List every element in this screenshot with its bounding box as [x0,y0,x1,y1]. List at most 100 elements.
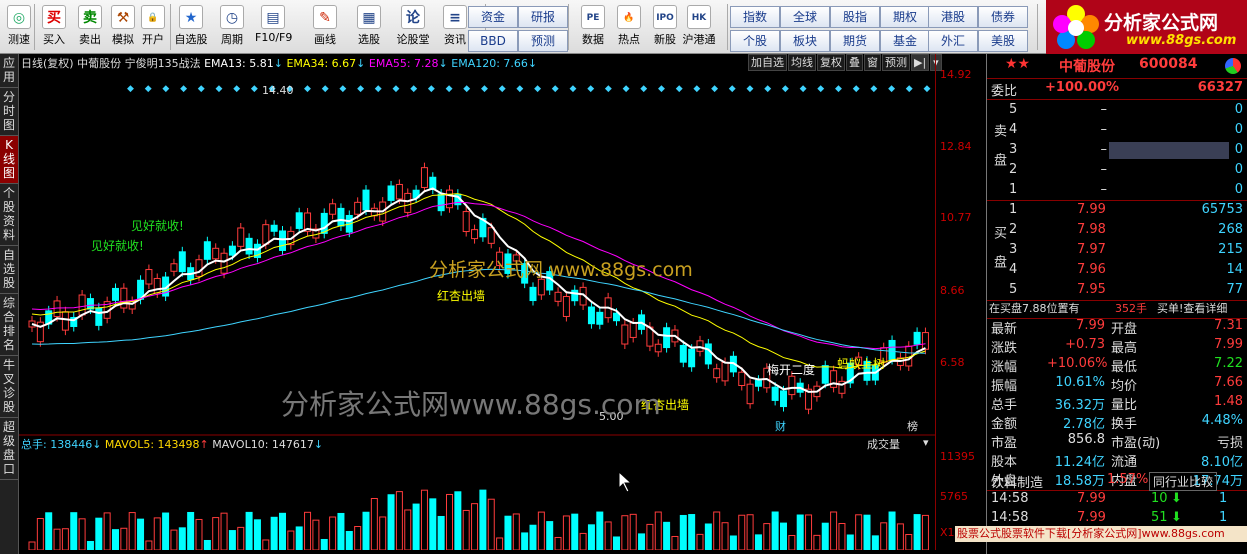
candle[interactable] [471,229,479,240]
candle[interactable] [395,183,403,200]
buy-detail-link[interactable]: 买单!查看详细 [1157,300,1227,319]
quick-tag-8[interactable]: 港股 [928,6,978,28]
candle[interactable] [429,176,437,190]
volume-panel-dropdown[interactable]: 成交量 [867,436,900,452]
candle[interactable] [61,311,69,331]
candle[interactable] [237,227,245,247]
candle[interactable] [921,332,929,350]
industry-compare-button[interactable]: 同行业比较 [1149,472,1218,491]
quick-tag-11[interactable]: 板块 [780,30,830,52]
toolbar-button-12[interactable]: PE 数据 [575,2,611,52]
candle[interactable] [437,193,445,212]
candle[interactable] [704,343,712,365]
candle[interactable] [679,344,687,363]
quick-tag-5[interactable]: 全球 [780,6,830,28]
kline-canvas[interactable]: ◆ ◆ ◆ ◆ ◆ ◆ ◆ ◆ ◆ ◆ ◆ ◆ ◆ ◆ ◆ ◆ ◆ ◆ ◆ ◆ ◆ ◆ ◆ ◆ ◆ ◆ ◆ ◆ ◆ ◆ ◆ ◆ ◆ ◆ ◆ ◆ ◆ ◆ ◆ ◆… [19,54,935,550]
candle[interactable] [562,295,570,317]
quick-tag-13[interactable]: 基金 [880,30,930,52]
sidebar-tab-6[interactable]: 牛叉诊股 [0,356,18,418]
candle[interactable] [913,331,921,345]
quick-tag-6[interactable]: 股指 [830,6,880,28]
quick-tag-7[interactable]: 期权 [880,6,930,28]
sidebar-tab-4[interactable]: 自选股 [0,246,18,294]
candle[interactable] [145,269,153,285]
candle[interactable] [696,340,704,352]
toolbar-button-9[interactable]: ▦ 选股 [351,2,387,52]
candle[interactable] [203,241,211,260]
candle[interactable] [771,386,779,401]
chevron-down-icon[interactable]: ▾ [923,436,929,449]
candle[interactable] [487,227,495,244]
sidebar-tab-7[interactable]: 超级盘口 [0,418,18,480]
candle[interactable] [78,294,86,316]
toolbar-button-1[interactable]: 买买入 [36,2,72,52]
quick-tag-3[interactable]: 预测 [518,30,568,52]
toolbar-button-6[interactable]: ◷ 周期 [214,2,250,52]
candle[interactable] [420,167,428,188]
candle[interactable] [621,324,629,345]
quick-tag-1[interactable]: 研报 [518,6,568,28]
candle[interactable] [738,371,746,386]
candle[interactable] [780,390,787,408]
quick-tag-0[interactable]: 资金 [468,6,518,28]
candle[interactable] [262,224,270,245]
candle[interactable] [112,287,119,301]
toolbar-button-14[interactable]: IPO 新股 [647,2,683,52]
toolbar-button-0[interactable]: ◎ 测速 [1,2,37,52]
candle[interactable] [153,277,161,294]
candle[interactable] [95,307,103,326]
candle[interactable] [746,383,754,405]
candle[interactable] [446,189,453,209]
candle[interactable] [587,306,595,325]
chart-pie-icon[interactable] [1225,58,1241,74]
candle[interactable] [529,286,537,302]
candle[interactable] [170,263,178,272]
candle[interactable] [713,368,721,379]
candle[interactable] [178,251,186,273]
candle[interactable] [571,289,579,302]
sidebar-tab-0[interactable]: 应用 [0,54,18,88]
star-icon[interactable]: ★★ [1005,56,1030,72]
candle[interactable] [337,207,345,227]
candle[interactable] [86,298,94,310]
candle[interactable] [629,322,637,338]
toolbar-button-2[interactable]: 卖卖出 [72,2,108,52]
candle[interactable] [329,203,337,215]
candle[interactable] [228,245,236,256]
candle[interactable] [212,247,220,260]
candle[interactable] [554,291,562,302]
quick-tag-14[interactable]: 外汇 [928,30,978,52]
toolbar-button-4[interactable]: 🔒 开户 [135,2,171,52]
candle[interactable] [220,252,228,274]
candle[interactable] [320,212,328,234]
candle[interactable] [404,192,412,213]
quick-tag-15[interactable]: 美股 [978,30,1028,52]
quick-tag-10[interactable]: 个股 [730,30,780,52]
candle[interactable] [462,211,470,233]
candle[interactable] [596,311,604,325]
toolbar-button-8[interactable]: ✎ 画线 [307,2,343,52]
toolbar-button-13[interactable]: 🔥 热点 [611,2,647,52]
candle[interactable] [788,375,796,396]
sidebar-tab-2[interactable]: K线图 [0,136,18,184]
candle[interactable] [354,201,362,215]
candle[interactable] [387,185,395,201]
toolbar-button-5[interactable]: ★ 自选股 [173,2,209,52]
toolbar-button-7[interactable]: ▤ F10/F9 [255,2,292,52]
candle[interactable] [245,237,253,255]
candle[interactable] [754,379,762,387]
quick-tag-4[interactable]: 指数 [730,6,780,28]
toolbar-button-15[interactable]: HK 沪港通 [681,2,717,52]
candle[interactable] [295,212,303,229]
sidebar-tab-5[interactable]: 综合排名 [0,294,18,356]
candle[interactable] [362,189,370,211]
quick-tag-2[interactable]: BBD [468,30,518,52]
candle[interactable] [821,365,829,384]
sidebar-tab-3[interactable]: 个股资料 [0,184,18,246]
toolbar-button-10[interactable]: 论论股堂 [395,2,431,52]
sidebar-tab-1[interactable]: 分时图 [0,88,18,136]
candle[interactable] [120,287,128,309]
candle[interactable] [888,339,896,360]
candle[interactable] [195,259,203,277]
candle[interactable] [270,224,278,232]
